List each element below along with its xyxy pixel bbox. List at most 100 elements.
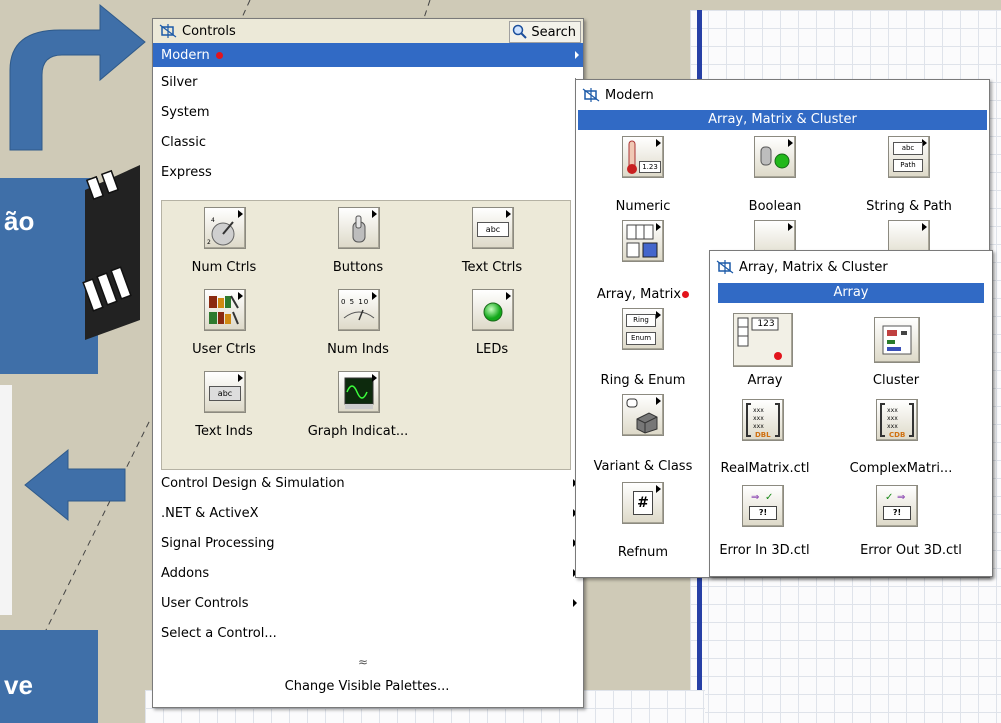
complex-matrix-icon[interactable]: xxx xxx xxx CDB [876, 399, 918, 441]
modern-palette-titlebar[interactable]: Modern [576, 80, 989, 110]
svg-text:⇒: ⇒ [751, 492, 759, 503]
category-dotnet-activex[interactable]: .NET & ActiveX [153, 498, 581, 528]
text-inds-icon[interactable]: abc [204, 371, 246, 413]
svg-text:✓: ✓ [885, 492, 893, 503]
variant-class-label: Variant & Class [593, 459, 693, 474]
callout-box-bottom: ve [0, 630, 98, 723]
magnifier-icon [513, 24, 528, 39]
ring-box: Ring [626, 314, 656, 327]
numeric-icon[interactable]: 1.23 [622, 136, 664, 178]
category-user-controls[interactable]: User Controls [153, 588, 581, 618]
array-matrix-icon[interactable] [622, 220, 664, 262]
modern-palette-title: Modern [605, 87, 654, 103]
array-palette-titlebar[interactable]: Array, Matrix & Cluster [710, 251, 992, 283]
array-matrix-label: Array, Matrix [588, 287, 698, 302]
error-in-icon[interactable]: ⇒ ✓ ?! [742, 485, 784, 527]
category-addons-label: Addons [161, 565, 210, 581]
category-control-design-label: Control Design & Simulation [161, 475, 345, 491]
refnum-sheet: # [633, 491, 653, 515]
boolean-icon[interactable] [754, 136, 796, 178]
select-a-control-item[interactable]: Select a Control... [153, 618, 581, 648]
complex-matrix-label: ComplexMatri... [849, 461, 953, 476]
boolean-label: Boolean [748, 199, 802, 214]
error-out-label: Error Out 3D.ctl [860, 543, 962, 558]
string-path-icon[interactable]: abc Path [888, 136, 930, 178]
num-ctrls-label: Num Ctrls [191, 260, 257, 275]
expand-chevron-icon[interactable]: ≈ [358, 655, 368, 669]
leds-icon[interactable] [472, 289, 514, 331]
search-label: Search [531, 24, 576, 40]
category-system-label: System [161, 104, 210, 120]
svg-text:xxx: xxx [887, 423, 898, 430]
variant-class-icon[interactable] [622, 394, 664, 436]
change-visible-palettes-link[interactable]: Change Visible Palettes... [153, 679, 581, 694]
path-box: Path [893, 159, 923, 172]
buttons-icon[interactable] [338, 207, 380, 249]
category-user-controls-label: User Controls [161, 595, 249, 611]
category-modern-label: Modern [161, 47, 210, 63]
category-modern[interactable]: Modern [153, 43, 583, 67]
error-out-mark: ?! [883, 506, 911, 520]
array-section-header: Array [718, 283, 984, 303]
text-ctrl-box: abc [477, 222, 509, 237]
ring-enum-icon[interactable]: Ring Enum [622, 308, 664, 350]
array-label: Array [747, 373, 783, 388]
submenu-arrow-icon [575, 51, 579, 59]
red-dot-icon [215, 51, 223, 59]
num-inds-icon[interactable]: 0 5 10 [338, 289, 380, 331]
ring-enum-label: Ring & Enum [600, 373, 686, 388]
controls-palette: Controls Search Modern Silver System Cla… [152, 18, 584, 708]
svg-text:2: 2 [207, 239, 211, 246]
complex-matrix-tag: CDB [889, 431, 906, 439]
error-in-mark: ?! [749, 506, 777, 520]
text-ctrls-label: Text Ctrls [461, 260, 523, 275]
array-icon[interactable]: 123 [733, 313, 793, 367]
callout-bottom-text: ve [4, 670, 33, 700]
category-system[interactable]: System [153, 97, 583, 127]
string-box: abc [893, 142, 923, 155]
category-silver[interactable]: Silver [153, 67, 583, 97]
text-ctrls-icon[interactable]: abc [472, 207, 514, 249]
chip-illustration-icon [82, 165, 140, 340]
pin-icon[interactable] [159, 24, 177, 38]
leds-label: LEDs [475, 342, 509, 357]
select-a-control-label: Select a Control... [161, 625, 277, 641]
controls-palette-title: Controls [182, 23, 236, 39]
search-button[interactable]: Search [509, 21, 581, 43]
category-control-design[interactable]: Control Design & Simulation [153, 468, 581, 498]
controls-palette-titlebar[interactable]: Controls Search [153, 19, 583, 43]
svg-text:✓: ✓ [765, 492, 773, 503]
category-classic-label: Classic [161, 134, 206, 150]
left-arrow-icon [24, 448, 126, 522]
refnum-label: Refnum [617, 545, 669, 560]
svg-text:xxx: xxx [753, 423, 764, 430]
pin-icon[interactable] [716, 260, 734, 274]
numeric-value-box: 1.23 [639, 161, 661, 173]
white-card [0, 385, 12, 615]
pin-icon[interactable] [582, 88, 600, 102]
express-items-grid: 24 Num Ctrls Buttons abc Text Ctrls User… [161, 200, 571, 470]
modern-section-header: Array, Matrix & Cluster [578, 110, 987, 130]
error-in-label: Error In 3D.ctl [719, 543, 810, 558]
svg-text:4: 4 [211, 217, 215, 224]
cluster-icon[interactable] [874, 317, 920, 363]
num-ctrls-icon[interactable]: 24 [204, 207, 246, 249]
category-express[interactable]: Express [153, 157, 583, 187]
text-ind-box: abc [209, 386, 241, 401]
category-classic[interactable]: Classic [153, 127, 583, 157]
user-ctrls-icon[interactable] [204, 289, 246, 331]
category-dotnet-activex-label: .NET & ActiveX [161, 505, 259, 521]
buttons-label: Buttons [332, 260, 384, 275]
category-express-label: Express [161, 164, 212, 180]
refnum-icon[interactable]: # [622, 482, 664, 524]
error-out-icon[interactable]: ✓ ⇒ ?! [876, 485, 918, 527]
category-addons[interactable]: Addons [153, 558, 581, 588]
array-value: 123 [757, 319, 775, 329]
real-matrix-tag: DBL [755, 431, 771, 439]
array-matrix-cluster-palette: Array, Matrix & Cluster Array 123 Array … [709, 250, 993, 577]
category-silver-label: Silver [161, 74, 198, 90]
graph-indicators-icon[interactable] [338, 371, 380, 413]
user-ctrls-label: User Ctrls [192, 342, 256, 357]
category-signal-processing[interactable]: Signal Processing [153, 528, 581, 558]
real-matrix-icon[interactable]: xxx xxx xxx DBL [742, 399, 784, 441]
